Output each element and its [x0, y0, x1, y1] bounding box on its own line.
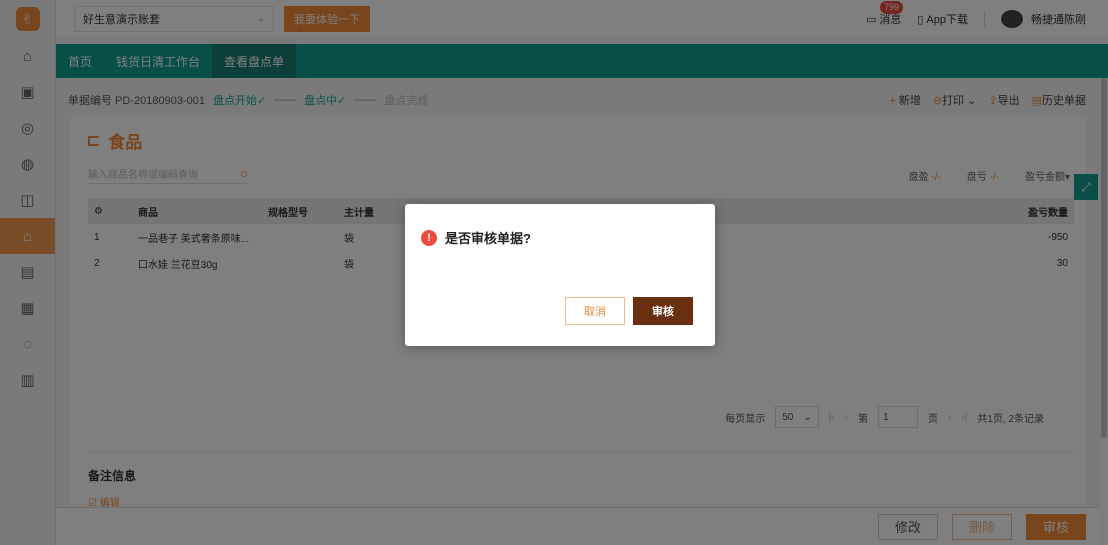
dialog-buttons: 取消 审核	[565, 297, 693, 325]
dialog-confirm-button[interactable]: 审核	[633, 297, 693, 325]
dialog-message-line: ! 是否审核单据?	[421, 228, 531, 247]
dialog-message: 是否审核单据?	[445, 231, 531, 246]
confirm-dialog: ! 是否审核单据? 取消 审核	[405, 204, 715, 346]
warning-icon: !	[421, 229, 437, 246]
dialog-cancel-button[interactable]: 取消	[565, 297, 625, 325]
